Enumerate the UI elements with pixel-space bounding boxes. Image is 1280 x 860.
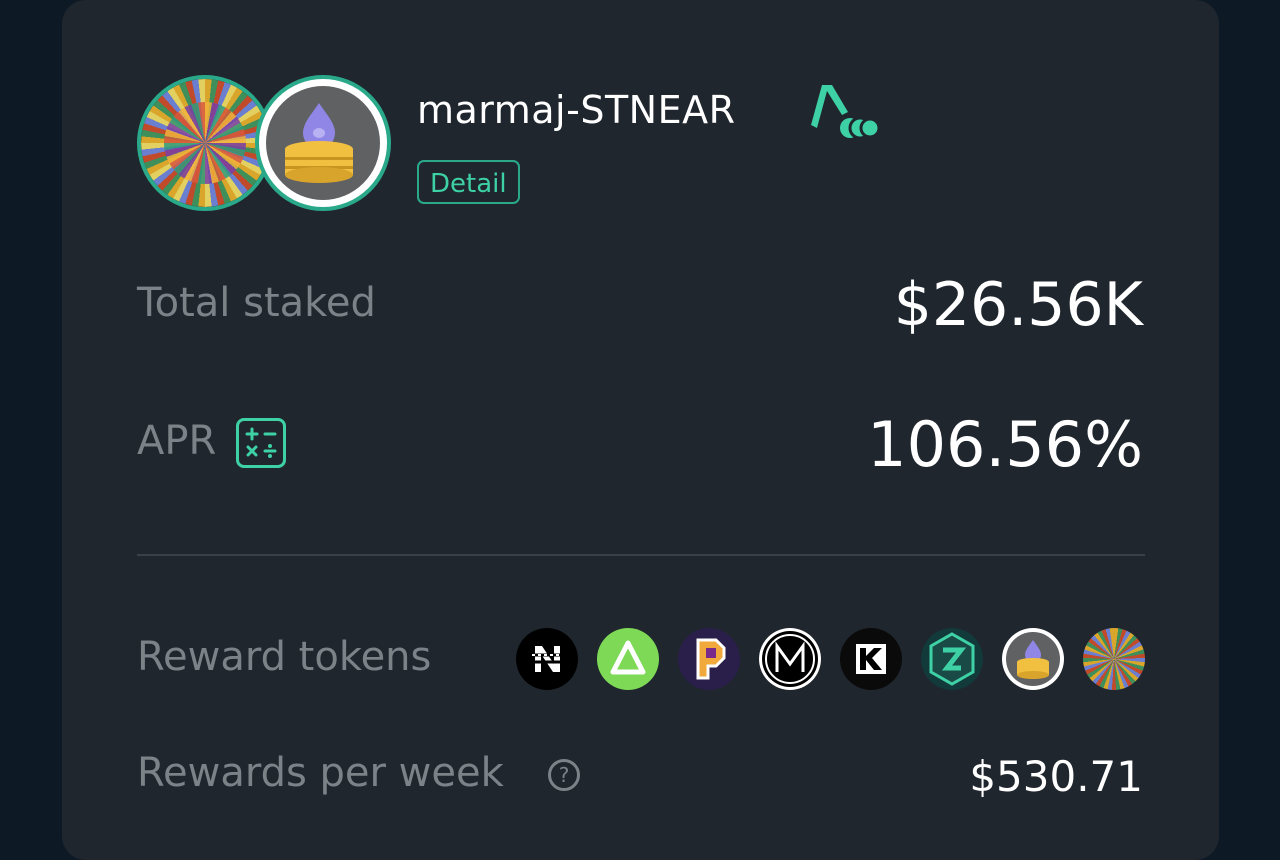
rewards-per-week-label: Rewards per week xyxy=(137,750,504,796)
near-token-icon xyxy=(516,628,578,690)
p-token-icon xyxy=(678,628,740,690)
apr-label: APR xyxy=(137,418,217,464)
divider xyxy=(137,554,1145,556)
reward-tokens-label: Reward tokens xyxy=(137,634,432,680)
green-triangle-token-icon xyxy=(597,628,659,690)
m-token-icon xyxy=(759,628,821,690)
rewards-per-week-value: $530.71 xyxy=(969,752,1143,801)
stnear-token-icon xyxy=(1002,628,1064,690)
green-hex-token-icon xyxy=(921,628,983,690)
total-staked-label: Total staked xyxy=(137,280,376,326)
pool-title: marmaj-STNEAR xyxy=(417,88,736,132)
kr-token-icon xyxy=(840,628,902,690)
marmaj-token-icon xyxy=(137,75,273,211)
question-mark-icon[interactable]: ? xyxy=(548,759,580,791)
marmaj-token-icon xyxy=(1083,628,1145,690)
stnear-token-icon xyxy=(255,75,391,211)
farm-icon xyxy=(811,85,878,140)
detail-button[interactable]: Detail xyxy=(417,160,520,204)
total-staked-value: $26.56K xyxy=(893,270,1143,340)
apr-value: 106.56% xyxy=(867,408,1143,481)
calculator-icon[interactable] xyxy=(236,418,286,468)
pool-token-pair xyxy=(137,75,397,215)
